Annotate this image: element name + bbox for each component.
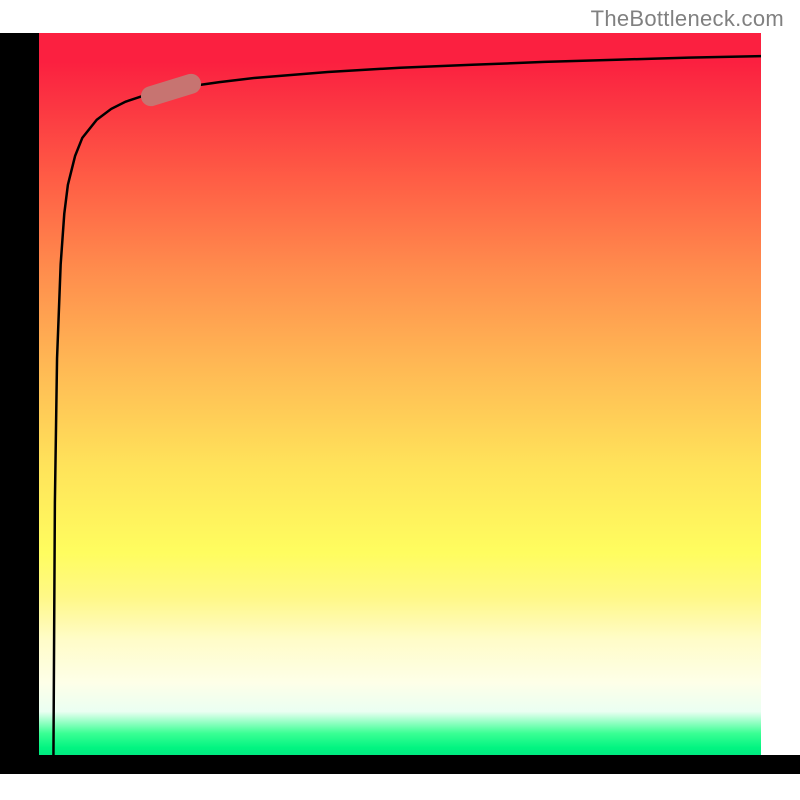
watermark-text: TheBottleneck.com [591, 6, 784, 32]
chart-container: TheBottleneck.com [0, 0, 800, 800]
curve-line [39, 33, 761, 756]
x-axis [0, 755, 800, 774]
y-axis [0, 33, 39, 768]
